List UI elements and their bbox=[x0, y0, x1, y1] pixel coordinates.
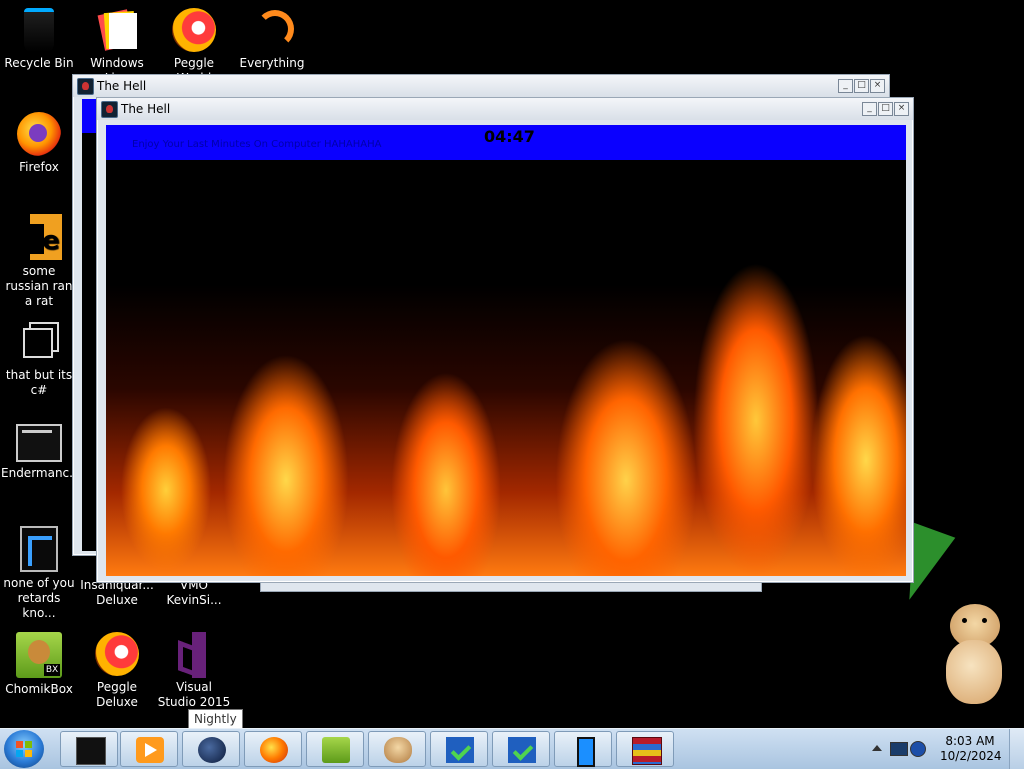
taskbar: 8:03 AM 10/2/2024 bbox=[0, 728, 1024, 769]
nightly-icon bbox=[198, 737, 226, 763]
clock-time: 8:03 AM bbox=[945, 734, 995, 748]
start-button[interactable] bbox=[4, 730, 44, 768]
program-icon bbox=[20, 526, 58, 572]
hamster-icon bbox=[384, 737, 412, 763]
checklist-icon bbox=[508, 737, 536, 763]
shortcut-icon: e bbox=[16, 214, 62, 260]
taskbar-checklist-button-2[interactable] bbox=[492, 731, 550, 767]
visual-studio-icon bbox=[172, 632, 216, 678]
desktop-icon-label: Visual Studio 2015 bbox=[157, 680, 231, 709]
desktop-icon-label: Endermanc... bbox=[1, 466, 81, 480]
desktop-icon-label: Recycle Bin bbox=[4, 56, 74, 70]
the-hell-app-icon bbox=[77, 78, 94, 95]
front-window-titlebar[interactable]: The Hell _ □ × bbox=[97, 98, 913, 120]
window-title: The Hell bbox=[121, 102, 171, 116]
taskbar-hamster-button[interactable] bbox=[368, 731, 426, 767]
taskbar-firefox-button[interactable] bbox=[244, 731, 302, 767]
desktop-icon-label: some russian ran a rat bbox=[5, 264, 73, 308]
window-title: The Hell bbox=[97, 79, 147, 93]
banner-message: Enjoy Your Last Minutes On Computer HAHA… bbox=[132, 139, 382, 150]
program-icon bbox=[16, 424, 62, 462]
nightly-tooltip: Nightly bbox=[188, 709, 243, 729]
taskbar-winrar-button[interactable] bbox=[616, 731, 674, 767]
terminal-icon bbox=[76, 737, 106, 765]
show-desktop-button[interactable] bbox=[1009, 729, 1024, 769]
close-button[interactable]: × bbox=[894, 102, 909, 116]
desktop-icon-that-but-its-csharp[interactable]: that but its c# bbox=[1, 320, 77, 398]
peggle-deluxe-icon bbox=[95, 632, 139, 676]
peggle-world-icon bbox=[172, 8, 216, 52]
front-window[interactable]: The Hell _ □ × Enjoy Your Last Minutes O… bbox=[96, 97, 914, 583]
countdown-timer: 04:47 bbox=[484, 127, 535, 146]
taskbar-media-player-button[interactable] bbox=[120, 731, 178, 767]
phone-icon bbox=[577, 737, 595, 767]
taskbar-nightly-button[interactable] bbox=[182, 731, 240, 767]
recycle-bin-icon bbox=[24, 8, 54, 52]
desktop-icon-some-russian-ran-a-rat[interactable]: e some russian ran a rat bbox=[1, 214, 77, 309]
desktop-icon-label: Firefox bbox=[19, 160, 59, 174]
system-clock[interactable]: 8:03 AM 10/2/2024 bbox=[940, 734, 1002, 764]
countdown-banner: Enjoy Your Last Minutes On Computer HAHA… bbox=[106, 125, 906, 160]
desktop-icon-peggle-deluxe[interactable]: Peggle Deluxe bbox=[79, 632, 155, 710]
checklist-icon bbox=[446, 737, 474, 763]
desktop-icon-everything[interactable]: Everything bbox=[234, 8, 310, 71]
maximize-button[interactable]: □ bbox=[854, 79, 869, 93]
firefox-icon bbox=[17, 112, 61, 156]
winrar-icon bbox=[632, 737, 662, 765]
everything-icon bbox=[250, 8, 294, 52]
windows-live-icon bbox=[95, 8, 139, 52]
desktop-icon-firefox[interactable]: Firefox bbox=[1, 112, 77, 175]
desktop-icon-label: that but its c# bbox=[5, 368, 73, 397]
clock-date: 10/2/2024 bbox=[940, 749, 1002, 763]
desktop-icon-label: none of you retards kno... bbox=[3, 576, 75, 620]
desktop-icon-none-of-you[interactable]: none of you retards kno... bbox=[1, 526, 77, 621]
desktop-icon-label: ChomikBox bbox=[5, 682, 73, 696]
desktop-icon-visual-studio[interactable]: Visual Studio 2015 bbox=[156, 632, 232, 710]
minimize-button[interactable]: _ bbox=[838, 79, 853, 93]
hamster-image[interactable] bbox=[940, 604, 1004, 704]
fire-image bbox=[106, 160, 906, 576]
desktop-icon-label: Peggle Deluxe bbox=[96, 680, 138, 709]
back-window-titlebar[interactable]: The Hell _ □ × bbox=[73, 75, 889, 97]
system-tray: 8:03 AM 10/2/2024 bbox=[864, 729, 1024, 769]
close-button[interactable]: × bbox=[870, 79, 885, 93]
chomikbox-icon: BX bbox=[16, 632, 62, 678]
taskbar-phone-button[interactable] bbox=[554, 731, 612, 767]
minimize-button[interactable]: _ bbox=[862, 102, 877, 116]
maximize-button[interactable]: □ bbox=[878, 102, 893, 116]
the-hell-app-icon bbox=[101, 101, 118, 118]
tray-expand-icon[interactable] bbox=[872, 745, 882, 751]
tray-network-icon[interactable] bbox=[910, 741, 926, 757]
desktop-icon-recycle-bin[interactable]: Recycle Bin bbox=[1, 8, 77, 71]
shortcut-icon bbox=[17, 320, 61, 364]
firefox-icon bbox=[260, 737, 288, 763]
desktop-icon-endermanc[interactable]: Endermanc... bbox=[1, 424, 81, 481]
taskbar-checklist-button-1[interactable] bbox=[430, 731, 488, 767]
tray-monitor-icon[interactable] bbox=[890, 742, 908, 756]
chomikbox-icon bbox=[322, 737, 350, 763]
media-player-icon bbox=[136, 737, 164, 763]
taskbar-terminal-button[interactable] bbox=[60, 731, 118, 767]
taskbar-chomikbox-button[interactable] bbox=[306, 731, 364, 767]
desktop-icon-label: Everything bbox=[239, 56, 305, 70]
desktop-icon-chomikbox[interactable]: BX ChomikBox bbox=[1, 632, 77, 697]
